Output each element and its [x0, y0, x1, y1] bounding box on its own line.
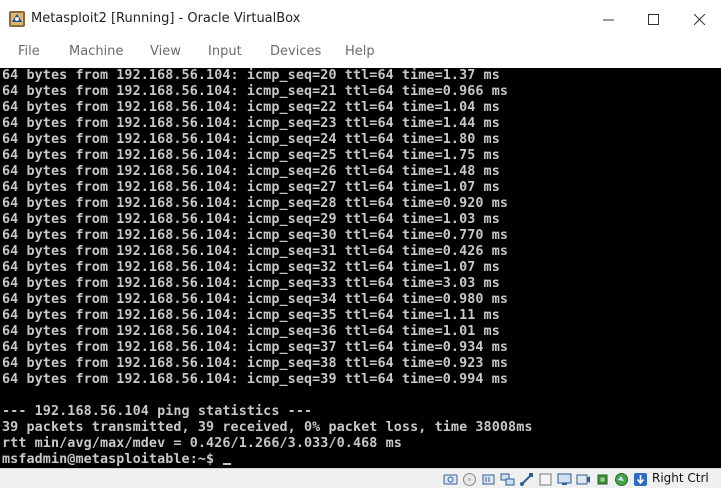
video-capture-icon[interactable]	[576, 472, 591, 487]
terminal-line: 64 bytes from 192.168.56.104: icmp_seq=2…	[2, 132, 500, 147]
terminal-line: 64 bytes from 192.168.56.104: icmp_seq=2…	[2, 164, 500, 179]
ping-summary-line: 39 packets transmitted, 39 received, 0% …	[2, 420, 533, 435]
menu-bar: File Machine View Input Devices Help	[0, 38, 721, 68]
terminal-line: 64 bytes from 192.168.56.104: icmp_seq=2…	[2, 84, 509, 99]
host-key-label: Right Ctrl	[652, 471, 709, 485]
terminal-line: 64 bytes from 192.168.56.104: icmp_seq=3…	[2, 228, 509, 243]
keyboard-capture-icon[interactable]	[633, 472, 648, 487]
title-bar: Metasploit2 [Running] - Oracle VirtualBo…	[0, 0, 721, 38]
terminal-line: 64 bytes from 192.168.56.104: icmp_seq=2…	[2, 196, 509, 211]
window-title: Metasploit2 [Running] - Oracle VirtualBo…	[31, 11, 301, 26]
rtt-summary-line: rtt min/avg/max/mdev = 0.426/1.266/3.033…	[2, 436, 402, 451]
terminal-line: 64 bytes from 192.168.56.104: icmp_seq=2…	[2, 148, 500, 163]
terminal-line: 64 bytes from 192.168.56.104: icmp_seq=3…	[2, 276, 500, 291]
terminal-line: 64 bytes from 192.168.56.104: icmp_seq=3…	[2, 260, 500, 275]
menu-file[interactable]: File	[18, 44, 40, 59]
network-icon[interactable]	[500, 472, 515, 487]
terminal-line: 64 bytes from 192.168.56.104: icmp_seq=2…	[2, 68, 500, 83]
terminal-line: 64 bytes from 192.168.56.104: icmp_seq=3…	[2, 292, 509, 307]
text-cursor	[223, 463, 232, 465]
status-bar: Right Ctrl	[0, 468, 721, 488]
menu-input[interactable]: Input	[208, 44, 242, 59]
maximize-icon	[647, 13, 659, 25]
cpu-icon[interactable]	[595, 472, 610, 487]
terminal-line: 64 bytes from 192.168.56.104: icmp_seq=2…	[2, 212, 500, 227]
terminal-line: 64 bytes from 192.168.56.104: icmp_seq=3…	[2, 356, 509, 371]
optical-drive-icon[interactable]	[462, 472, 477, 487]
menu-machine[interactable]: Machine	[69, 44, 123, 59]
maximize-button[interactable]	[630, 5, 676, 33]
terminal-line: 64 bytes from 192.168.56.104: icmp_seq=3…	[2, 372, 509, 387]
terminal-line: 64 bytes from 192.168.56.104: icmp_seq=2…	[2, 116, 500, 131]
terminal-line: 64 bytes from 192.168.56.104: icmp_seq=3…	[2, 308, 500, 323]
audio-icon[interactable]	[481, 472, 496, 487]
close-icon	[693, 13, 705, 25]
virtualbox-app-icon	[8, 10, 26, 28]
terminal-line: 64 bytes from 192.168.56.104: icmp_seq=2…	[2, 180, 500, 195]
menu-help[interactable]: Help	[345, 44, 375, 59]
terminal-line: 64 bytes from 192.168.56.104: icmp_seq=2…	[2, 100, 500, 115]
vm-display[interactable]: 64 bytes from 192.168.56.104: icmp_seq=2…	[0, 68, 721, 468]
menu-devices[interactable]: Devices	[270, 44, 321, 59]
terminal-line: 64 bytes from 192.168.56.104: icmp_seq=3…	[2, 340, 509, 355]
ping-statistics-header: --- 192.168.56.104 ping statistics ---	[2, 404, 313, 419]
display-icon[interactable]	[557, 472, 572, 487]
prompt-text: msfadmin@metasploitable:~$	[2, 452, 223, 467]
minimize-button[interactable]	[585, 5, 631, 33]
shared-folders-icon[interactable]	[538, 472, 553, 487]
terminal-line: 64 bytes from 192.168.56.104: icmp_seq=3…	[2, 244, 509, 259]
terminal-line: 64 bytes from 192.168.56.104: icmp_seq=3…	[2, 324, 500, 339]
menu-view[interactable]: View	[150, 44, 181, 59]
minimize-icon	[602, 19, 614, 20]
hard-disk-icon[interactable]	[443, 472, 458, 487]
close-button[interactable]	[676, 5, 721, 33]
shell-prompt[interactable]: msfadmin@metasploitable:~$	[2, 452, 232, 468]
usb-icon[interactable]	[519, 472, 534, 487]
mouse-integration-icon[interactable]	[614, 472, 629, 487]
